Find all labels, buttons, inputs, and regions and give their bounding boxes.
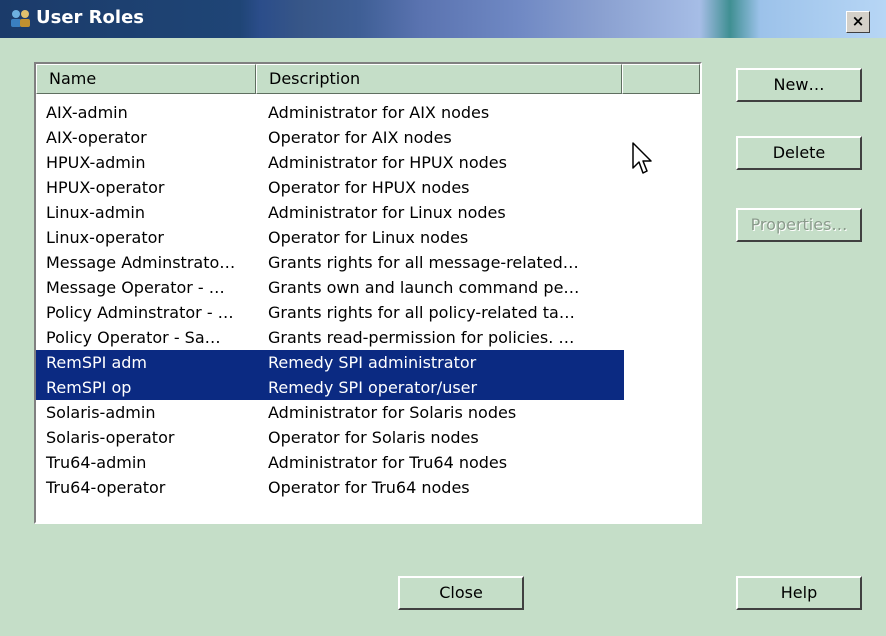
- user-roles-dialog: User Roles × Name Description AIX-admin A…: [0, 0, 886, 636]
- role-name: RemSPI op: [46, 378, 132, 397]
- role-row[interactable]: HPUX-operator Operator for HPUX nodes: [36, 175, 624, 200]
- column-header-description[interactable]: Description: [256, 64, 622, 94]
- role-name: Linux-admin: [46, 203, 146, 222]
- role-description: Operator for Solaris nodes: [268, 428, 479, 447]
- column-header-filler: [622, 64, 700, 94]
- role-description: Operator for Tru64 nodes: [268, 478, 470, 497]
- role-row[interactable]: RemSPI op Remedy SPI operator/user: [36, 375, 624, 400]
- role-row[interactable]: Policy Operator - Sa… Grants read-permiss…: [36, 325, 624, 350]
- role-row[interactable]: HPUX-admin Administrator for HPUX nodes: [36, 150, 624, 175]
- role-description: Grants rights for all message-related…: [268, 253, 579, 272]
- role-name: HPUX-admin: [46, 153, 146, 172]
- user-roles-list[interactable]: Name Description AIX-admin Administrator …: [34, 62, 702, 524]
- delete-button[interactable]: Delete: [736, 136, 862, 170]
- role-description: Remedy SPI operator/user: [268, 378, 478, 397]
- role-name: Message Adminstrato…: [46, 253, 236, 272]
- role-row[interactable]: AIX-admin Administrator for AIX nodes: [36, 100, 624, 125]
- role-description: Grants read-permission for policies. …: [268, 328, 575, 347]
- close-button[interactable]: Close: [398, 576, 524, 610]
- role-row[interactable]: Policy Adminstrator - … Grants rights for…: [36, 300, 624, 325]
- role-name: Solaris-operator: [46, 428, 175, 447]
- close-window-button[interactable]: ×: [846, 11, 870, 33]
- role-row[interactable]: Solaris-admin Administrator for Solaris n…: [36, 400, 624, 425]
- role-name: AIX-admin: [46, 103, 128, 122]
- role-description: Operator for AIX nodes: [268, 128, 452, 147]
- role-name: RemSPI adm: [46, 353, 147, 372]
- role-description: Administrator for Linux nodes: [268, 203, 506, 222]
- role-description: Administrator for HPUX nodes: [268, 153, 507, 172]
- role-name: HPUX-operator: [46, 178, 165, 197]
- role-row[interactable]: AIX-operator Operator for AIX nodes: [36, 125, 624, 150]
- new-button[interactable]: New…: [736, 68, 862, 102]
- role-description: Grants own and launch command pe…: [268, 278, 580, 297]
- help-button[interactable]: Help: [736, 576, 862, 610]
- role-row[interactable]: RemSPI adm Remedy SPI administrator: [36, 350, 624, 375]
- role-description: Administrator for Tru64 nodes: [268, 453, 508, 472]
- role-name: Policy Adminstrator - …: [46, 303, 234, 322]
- role-name: Tru64-operator: [46, 478, 166, 497]
- role-row[interactable]: Solaris-operator Operator for Solaris nod…: [36, 425, 624, 450]
- user-roles-icon: [11, 10, 30, 27]
- role-row[interactable]: Linux-admin Administrator for Linux nodes: [36, 200, 624, 225]
- role-row[interactable]: Tru64-admin Administrator for Tru64 nodes: [36, 450, 624, 475]
- role-description: Operator for Linux nodes: [268, 228, 469, 247]
- role-row[interactable]: Message Adminstrato… Grants rights for al…: [36, 250, 624, 275]
- role-description: Remedy SPI administrator: [268, 353, 477, 372]
- role-row[interactable]: Tru64-operator Operator for Tru64 nodes: [36, 475, 624, 500]
- window-title: User Roles: [36, 7, 144, 28]
- role-name: Tru64-admin: [46, 453, 147, 472]
- role-name: AIX-operator: [46, 128, 147, 147]
- role-rows: AIX-admin Administrator for AIX nodes AIX-…: [36, 100, 624, 500]
- role-name: Policy Operator - Sa…: [46, 328, 221, 347]
- role-row[interactable]: Linux-operator Operator for Linux nodes: [36, 225, 624, 250]
- role-description: Administrator for Solaris nodes: [268, 403, 517, 422]
- role-name: Solaris-admin: [46, 403, 156, 422]
- role-description: Operator for HPUX nodes: [268, 178, 470, 197]
- role-name: Message Operator - …: [46, 278, 225, 297]
- properties-button: Properties…: [736, 208, 862, 242]
- close-icon: ×: [851, 12, 865, 30]
- column-header-name[interactable]: Name: [36, 64, 256, 94]
- role-description: Administrator for AIX nodes: [268, 103, 490, 122]
- role-description: Grants rights for all policy-related ta…: [268, 303, 575, 322]
- title-bar[interactable]: User Roles ×: [0, 0, 886, 38]
- mouse-pointer-icon: [632, 142, 652, 174]
- role-name: Linux-operator: [46, 228, 164, 247]
- role-row[interactable]: Message Operator - … Grants own and launc…: [36, 275, 624, 300]
